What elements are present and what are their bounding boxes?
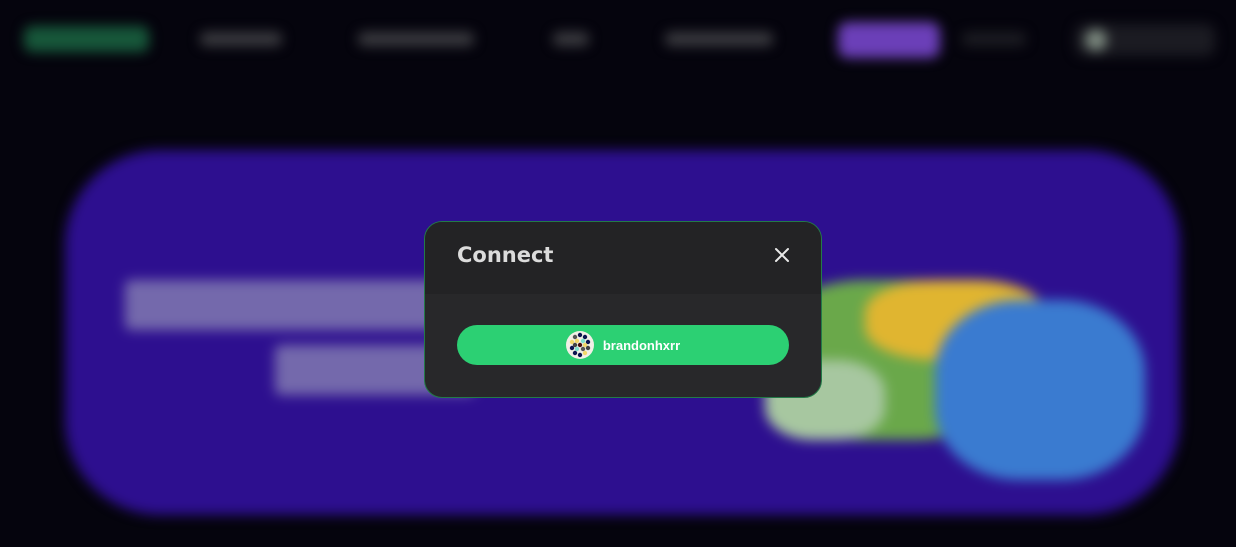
dotted-avatar-icon <box>565 331 594 359</box>
account-username: brandonhxrr <box>602 337 681 353</box>
nav-cta-button <box>838 22 940 58</box>
wallet-button <box>1075 24 1215 56</box>
nav-link-2 <box>358 32 474 46</box>
nav-link-1 <box>200 32 282 46</box>
site-logo <box>24 26 149 52</box>
modal-title: Connect <box>457 243 554 267</box>
connect-modal: Connect brandonhxrr <box>424 221 822 398</box>
nav-link-5 <box>962 32 1026 46</box>
nav-link-4 <box>665 32 773 46</box>
modal-header: Connect <box>425 222 821 294</box>
hero-island-blue <box>935 300 1145 480</box>
nav-link-3 <box>553 32 589 46</box>
connect-account-button[interactable]: brandonhxrr <box>457 325 789 365</box>
close-icon[interactable] <box>771 244 793 266</box>
